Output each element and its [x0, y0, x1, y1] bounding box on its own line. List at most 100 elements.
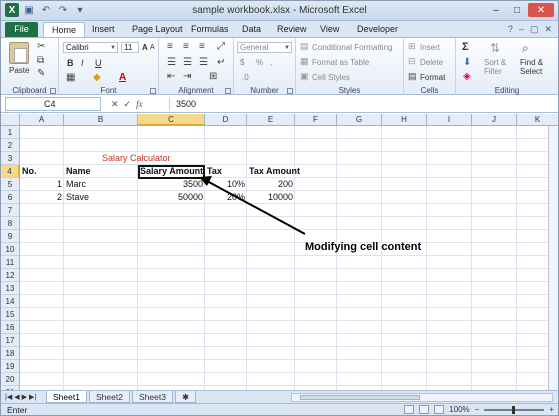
cell-styles-icon: ▣ [300, 71, 309, 81]
decrease-indent-icon[interactable]: ⇤ [167, 72, 175, 82]
align-right-icon[interactable]: ☰ [199, 58, 208, 68]
italic-button[interactable]: I [81, 58, 84, 68]
tab-file[interactable]: File [5, 22, 38, 37]
insert-cells-icon: ⊞ [408, 41, 416, 51]
close-button[interactable]: ✕ [528, 3, 554, 17]
increase-decimal-button[interactable]: .0 [242, 73, 249, 82]
wrap-text-icon[interactable]: ↵ [217, 58, 225, 68]
enter-icon[interactable]: ✓ [124, 97, 132, 111]
copy-icon[interactable]: ⧉ [37, 56, 44, 66]
alignment-group: ≡ ≡ ≡ ⤢ ☰ ☰ ☰ ↵ ⇤ ⇥ ⊞ Alignment [159, 38, 234, 96]
align-bottom-icon[interactable]: ≡ [199, 42, 205, 52]
grow-font-button[interactable]: A [142, 43, 148, 52]
tab-developer[interactable]: Developer [357, 24, 398, 34]
font-size-combo[interactable]: 11 [121, 42, 139, 53]
tab-formulas[interactable]: Formulas [191, 24, 229, 34]
editing-group: Σ ⬇ ◈ ⇅ Sort & Filter ⌕ Find & Select Ed… [456, 38, 558, 96]
cell-styles-button[interactable]: Cell Styles [312, 73, 350, 82]
comma-button[interactable]: , [270, 58, 272, 67]
window-minimize-icon[interactable]: – [519, 24, 524, 35]
status-mode: Enter [7, 405, 28, 415]
insert-function-icon[interactable]: fx [136, 97, 143, 111]
zoom-in-icon[interactable]: + [549, 405, 554, 414]
page-layout-view-icon[interactable] [419, 405, 430, 414]
fill-color-icon[interactable]: ◆ [93, 73, 101, 83]
alignment-launcher-icon[interactable] [225, 88, 231, 94]
styles-label: Styles [338, 86, 361, 95]
underline-button[interactable]: U [95, 58, 102, 68]
zoom-level[interactable]: 100% [449, 405, 469, 414]
font-name-value: Calibri [66, 43, 89, 52]
help-icon[interactable]: ? [508, 24, 513, 35]
select-button[interactable]: Select [520, 67, 542, 76]
tab-insert[interactable]: Insert [92, 24, 115, 34]
number-format-value: General [240, 43, 269, 52]
paste-icon[interactable] [9, 42, 29, 64]
formula-input[interactable]: 3500 [169, 97, 555, 111]
horizontal-scrollbar[interactable] [291, 393, 553, 402]
zoom-out-icon[interactable]: − [475, 405, 480, 414]
tab-home[interactable]: Home [43, 22, 86, 37]
sheet-tab-3[interactable]: Sheet3 [132, 391, 173, 403]
increase-indent-icon[interactable]: ⇥ [183, 72, 191, 82]
maximize-button[interactable]: □ [507, 3, 527, 17]
bold-button[interactable]: B [67, 58, 74, 68]
align-center-icon[interactable]: ☰ [183, 58, 192, 68]
ribbon-tabs: File Home Insert Page Layout Formulas Da… [1, 21, 558, 37]
number-launcher-icon[interactable] [287, 88, 293, 94]
sheet-tab-1[interactable]: Sheet1 [46, 391, 87, 403]
shrink-font-button[interactable]: A [150, 44, 155, 51]
sheet-tab-2[interactable]: Sheet2 [89, 391, 130, 403]
align-middle-icon[interactable]: ≡ [183, 42, 189, 52]
insert-cells-button[interactable]: Insert [420, 43, 440, 52]
font-color-button[interactable]: A [119, 72, 126, 83]
merge-center-icon[interactable]: ⊞ [209, 72, 217, 82]
insert-sheet-icon[interactable]: ✱ [175, 391, 197, 403]
fill-icon[interactable]: ⬇ [463, 58, 471, 68]
cancel-icon[interactable]: ✕ [111, 97, 119, 111]
tab-review[interactable]: Review [277, 24, 307, 34]
window-restore-icon[interactable]: ▢ [530, 24, 539, 35]
delete-cells-button[interactable]: Delete [420, 58, 443, 67]
vertical-scrollbar[interactable] [548, 126, 558, 390]
clipboard-launcher-icon[interactable] [50, 88, 56, 94]
currency-button[interactable]: $ [240, 58, 244, 67]
sort-button[interactable]: Sort & [484, 58, 506, 67]
clear-icon[interactable]: ◈ [463, 72, 471, 82]
normal-view-icon[interactable] [404, 405, 415, 414]
font-name-combo[interactable]: Calibri ▼ [63, 42, 118, 53]
annotation-arrow [199, 176, 306, 235]
worksheet-grid[interactable]: ABCDEFGHIJK 1 2 3 4 5 6 7 8 9 10 11 12 13 14 15 16 17 18 1… [1, 114, 558, 390]
minimize-button[interactable]: – [486, 3, 506, 17]
align-top-icon[interactable]: ≡ [167, 42, 173, 52]
scroll-thumb[interactable] [300, 395, 420, 400]
format-as-table-button[interactable]: Format as Table [312, 58, 369, 67]
last-sheet-icon[interactable]: ▶| [29, 392, 36, 403]
cut-icon[interactable]: ✂ [37, 42, 45, 52]
conditional-formatting-button[interactable]: Conditional Formatting [312, 43, 392, 52]
prev-sheet-icon[interactable]: ◀ [14, 392, 19, 403]
tab-view[interactable]: View [320, 24, 339, 34]
find-button[interactable]: Find & [520, 58, 543, 67]
percent-button[interactable]: % [256, 58, 263, 67]
workbook-close-icon[interactable]: ✕ [544, 24, 552, 35]
align-left-icon[interactable]: ☰ [167, 58, 176, 68]
paste-button[interactable]: Paste [9, 66, 29, 75]
autosum-button[interactable]: Σ [462, 41, 469, 53]
font-launcher-icon[interactable] [150, 88, 156, 94]
tab-page-layout[interactable]: Page Layout [132, 24, 183, 34]
page-break-view-icon[interactable] [434, 405, 445, 414]
borders-icon[interactable]: ▦ [66, 73, 75, 83]
tab-data[interactable]: Data [242, 24, 261, 34]
name-box[interactable]: C4 [5, 97, 101, 111]
number-format-combo[interactable]: General ▼ [237, 42, 292, 53]
orientation-icon[interactable]: ⤢ [217, 42, 225, 52]
first-sheet-icon[interactable]: |◀ [5, 392, 12, 403]
zoom-slider[interactable] [484, 405, 545, 414]
alignment-label: Alignment [178, 86, 214, 95]
next-sheet-icon[interactable]: ▶ [22, 392, 27, 403]
filter-button[interactable]: Filter [484, 67, 502, 76]
number-group: General ▼ $ % , .0 Number [234, 38, 296, 96]
format-cells-button[interactable]: Format [420, 73, 445, 82]
format-painter-icon[interactable]: ✎ [37, 69, 45, 79]
